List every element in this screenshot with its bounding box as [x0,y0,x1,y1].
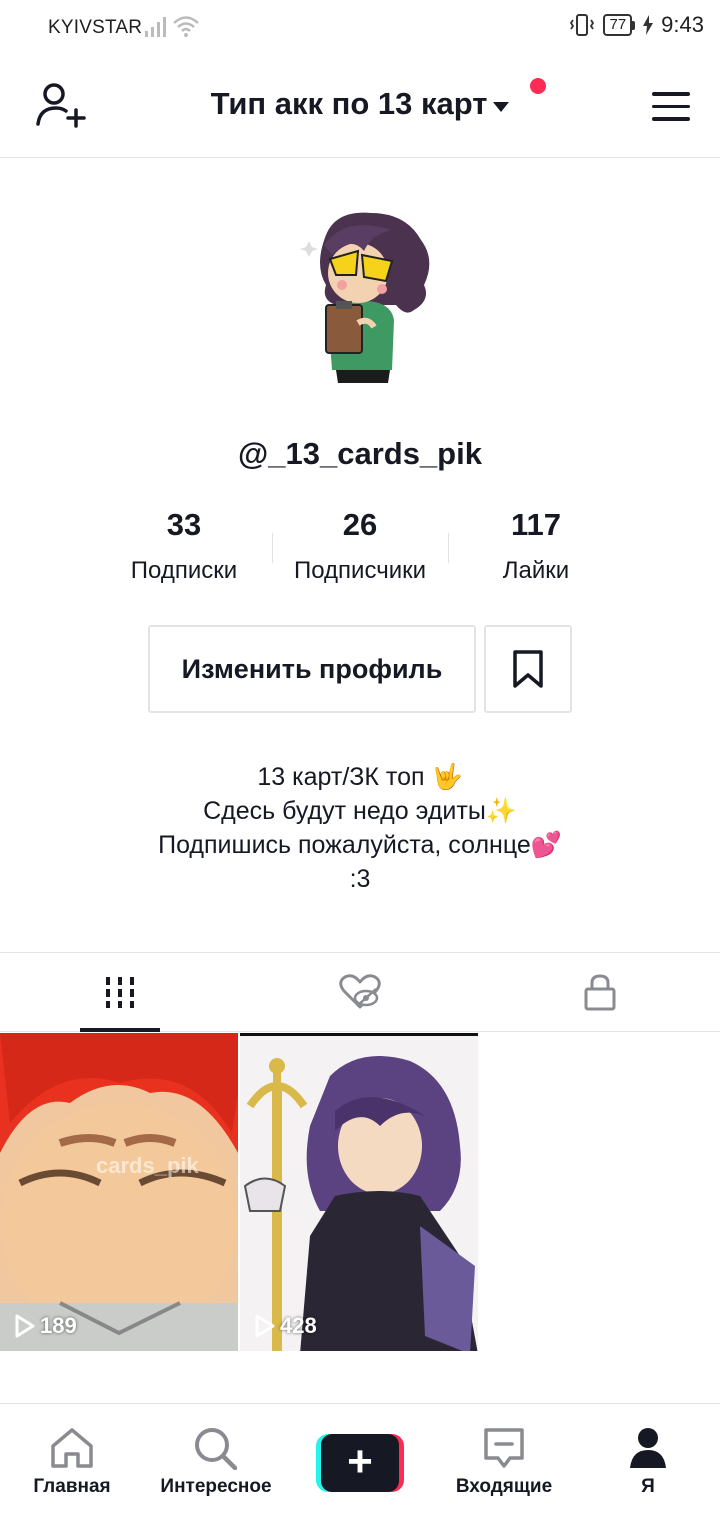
nav-discover-label: Интересное [160,1476,272,1497]
video-thumbnail[interactable]: 428 [240,1033,478,1351]
signal-icon [145,17,166,37]
view-count: 428 [254,1313,317,1339]
video-grid: cards_pik 189 428 [0,1033,720,1353]
video-thumbnail-image [240,1036,478,1351]
video-thumbnail-image [0,1033,238,1351]
clock: 9:43 [661,12,704,37]
tab-videos[interactable] [0,953,240,1032]
battery-level: 77 [603,14,633,36]
notification-dot [530,78,546,94]
status-bar: KYIVSTAR 77 9:43 [0,0,720,56]
stat-value: 26 [342,507,378,542]
stat-label: Подписчики [293,557,427,584]
bio-line: Сдесь будут недо эдиты✨ [203,797,517,825]
account-title: Тип акк по 13 карт [210,86,488,121]
bookmark-icon [513,650,543,688]
view-count-value: 189 [40,1313,77,1338]
bio-line: 13 карт/ЗК топ 🤟 [257,763,463,791]
profile-icon [630,1428,666,1468]
videos-grid-icon [106,977,134,1008]
menu-icon[interactable] [652,92,690,122]
video-thumbnail[interactable]: cards_pik 189 [0,1033,238,1351]
carrier-name: KYIVSTAR [48,17,143,38]
tab-private[interactable] [480,953,720,1031]
favorites-button[interactable] [484,625,572,713]
stat-likes[interactable]: 117 Лайки [448,507,624,587]
nav-home-label: Главная [33,1476,111,1497]
username: @_13_cards_pik [238,436,482,471]
battery-indicator: 77 [603,14,636,36]
lock-icon [584,974,616,1011]
nav-me-label: Я [641,1476,655,1497]
view-count-value: 428 [280,1313,317,1338]
account-switcher[interactable]: Тип акк по 13 карт [0,86,720,122]
stat-followers[interactable]: 26 Подписчики [272,507,448,587]
play-icon [255,1314,275,1338]
liked-hidden-icon [339,974,381,1009]
caret-down-icon [493,101,510,112]
nav-home[interactable]: Главная [12,1404,132,1520]
nav-inbox[interactable]: Входящие [444,1404,564,1520]
avatar[interactable] [296,205,436,385]
charging-icon [643,15,654,35]
play-icon [15,1314,35,1338]
edit-profile-button[interactable]: Изменить профиль [148,625,476,713]
view-count: 189 [14,1313,77,1339]
nav-discover[interactable]: Интересное [156,1404,276,1520]
wifi-icon [173,16,199,37]
bio-line: :3 [349,865,371,893]
nav-me[interactable]: Я [588,1404,708,1520]
home-icon [51,1428,93,1468]
bio-line: Подпишись пожалуйста, солнце💕 [158,831,562,859]
stat-label: Подписки [130,557,238,584]
profile-tabs [0,952,720,1032]
stat-label: Лайки [502,557,570,584]
profile-header: Тип акк по 13 карт [0,56,720,158]
plus-icon: + [321,1434,399,1492]
tab-liked[interactable] [240,953,480,1031]
stat-following[interactable]: 33 Подписки [96,507,272,587]
search-icon [195,1428,238,1470]
bottom-navigation: Главная Интересное + Входящие Я [0,1403,720,1520]
profile-bio: 13 карт/ЗК топ 🤟 Сдесь будут недо эдиты✨… [0,760,720,896]
profile-stats: 33 Подписки 26 Подписчики 117 Лайки [96,507,624,587]
stat-value: 33 [166,507,202,542]
stat-value: 117 [510,507,561,542]
vibrate-icon [570,14,595,36]
create-video-button[interactable]: + [316,1434,404,1492]
video-watermark: cards_pik [96,1153,199,1178]
nav-inbox-label: Входящие [455,1476,553,1497]
inbox-icon [484,1428,524,1468]
active-tab-indicator [80,1028,160,1032]
